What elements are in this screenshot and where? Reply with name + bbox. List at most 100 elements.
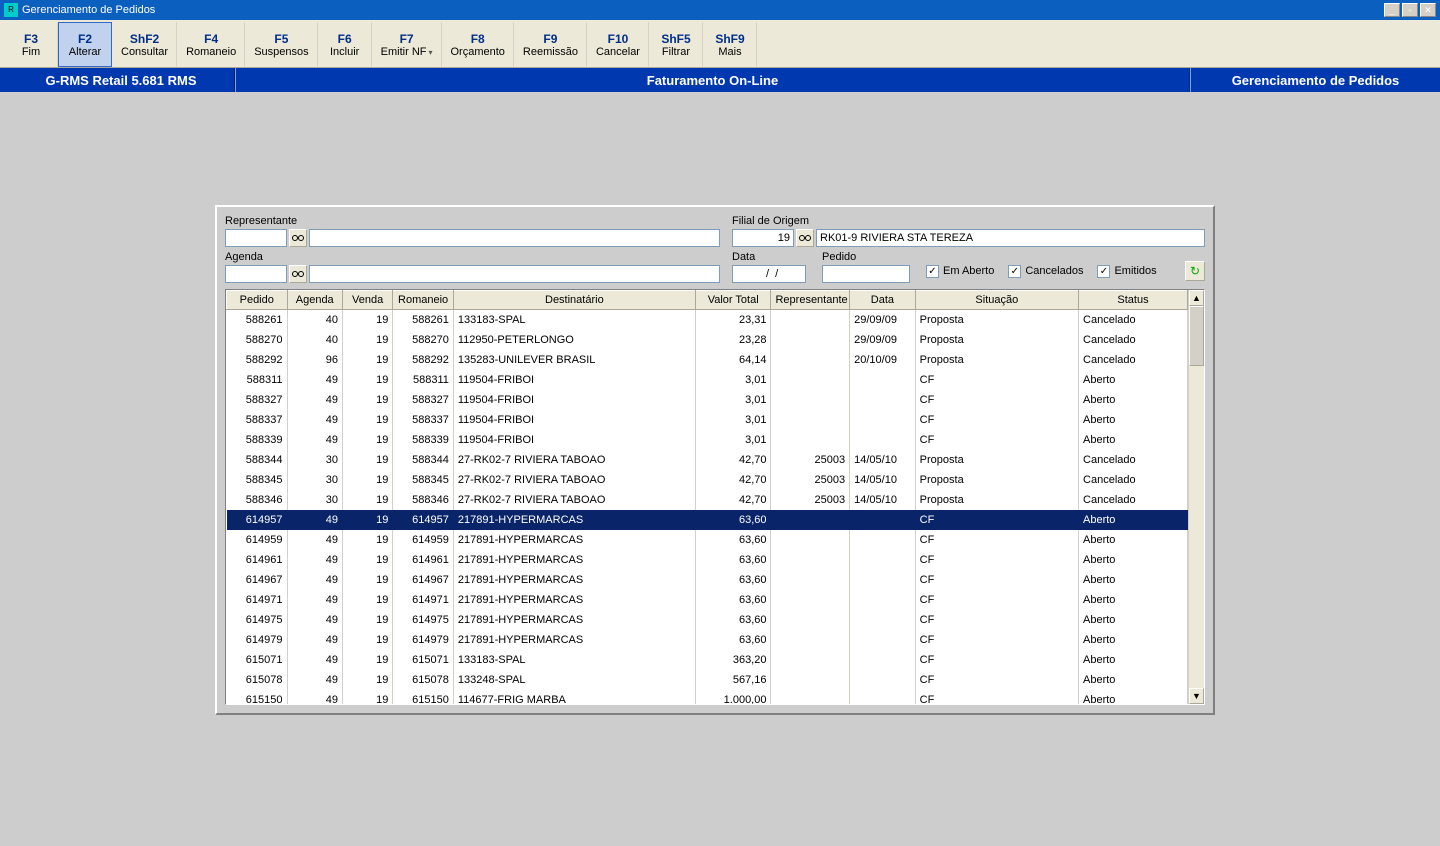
table-row[interactable]: 6149714919614971217891-HYPERMARCAS63,60C… [227,590,1188,610]
column-header[interactable]: Venda [342,291,392,310]
close-button[interactable]: ✕ [1420,3,1436,17]
cell-pedido: 614957 [227,510,288,530]
toolbar-cancelar[interactable]: F10 Cancelar [587,22,649,67]
representante-code-input[interactable] [225,229,287,247]
cell-sit: Proposta [915,310,1078,330]
cell-valor: 64,14 [695,350,771,370]
cell-valor: 63,60 [695,510,771,530]
cell-pedido: 614961 [227,550,288,570]
cancelados-label: Cancelados [1025,265,1083,277]
cell-agenda: 49 [287,410,342,430]
column-header[interactable]: Data [850,291,916,310]
table-row[interactable]: 5882929619588292135283-UNILEVER BRASIL64… [227,350,1188,370]
filial-lookup-button[interactable] [796,229,814,247]
table-row[interactable]: 5883114919588311119504-FRIBOI3,01CFAbert… [227,370,1188,390]
table-row[interactable]: 6149594919614959217891-HYPERMARCAS63,60C… [227,530,1188,550]
cell-sit: Proposta [915,330,1078,350]
toolbar-filtrar[interactable]: ShF5 Filtrar [649,22,703,67]
table-row[interactable]: 6149754919614975217891-HYPERMARCAS63,60C… [227,610,1188,630]
toolbar-romaneio[interactable]: F4 Romaneio [177,22,245,67]
toolbar-incluir[interactable]: F6 Incluir [318,22,372,67]
toolbar-mais[interactable]: ShF9 Mais [703,22,757,67]
table-row[interactable]: 6150784919615078133248-SPAL567,16CFAbert… [227,670,1188,690]
pedido-input[interactable] [822,265,910,283]
cell-agenda: 30 [287,490,342,510]
table-row[interactable]: 6149614919614961217891-HYPERMARCAS63,60C… [227,550,1188,570]
cell-venda: 19 [342,330,392,350]
restore-button[interactable]: ▫ [1402,3,1418,17]
column-header[interactable]: Pedido [227,291,288,310]
scroll-down-button[interactable]: ▼ [1189,688,1204,704]
cell-data [850,590,916,610]
main-toolbar: F3 FimF2 AlterarShF2 ConsultarF4 Romanei… [0,20,1440,68]
table-row[interactable]: 588345301958834527-RK02-7 RIVIERA TABOAO… [227,470,1188,490]
column-header[interactable]: Status [1079,291,1188,310]
table-row[interactable]: 5883374919588337119504-FRIBOI3,01CFAbert… [227,410,1188,430]
cell-romaneio: 614967 [393,570,454,590]
toolbar-fim[interactable]: F3 Fim [4,22,58,67]
filial-code-input[interactable] [732,229,794,247]
em-aberto-checkbox[interactable]: ✓Em Aberto [926,265,994,278]
cell-data [850,690,916,705]
toolbar-alterar[interactable]: F2 Alterar [58,22,112,67]
cell-venda: 19 [342,610,392,630]
representante-desc-input[interactable] [309,229,720,247]
cancelados-checkbox[interactable]: ✓Cancelados [1008,265,1083,278]
scroll-thumb[interactable] [1189,306,1204,366]
cell-romaneio: 615071 [393,650,454,670]
cell-sit: CF [915,650,1078,670]
cell-agenda: 49 [287,570,342,590]
cell-pedido: 588261 [227,310,288,330]
column-header[interactable]: Situação [915,291,1078,310]
toolbar-consultar[interactable]: ShF2 Consultar [112,22,177,67]
table-row[interactable]: 588344301958834427-RK02-7 RIVIERA TABOAO… [227,450,1188,470]
cell-status: Cancelado [1079,470,1188,490]
filial-desc-input[interactable] [816,229,1205,247]
table-row[interactable]: 588346301958834627-RK02-7 RIVIERA TABOAO… [227,490,1188,510]
column-header[interactable]: Agenda [287,291,342,310]
agenda-lookup-button[interactable] [289,265,307,283]
column-header[interactable]: Romaneio [393,291,454,310]
column-header[interactable]: Destinatário [453,291,695,310]
data-input[interactable] [732,265,806,283]
table-row[interactable]: 5883274919588327119504-FRIBOI3,01CFAbert… [227,390,1188,410]
table-row[interactable]: 6149674919614967217891-HYPERMARCAS63,60C… [227,570,1188,590]
cell-venda: 19 [342,510,392,530]
toolbar-label: Consultar [121,46,168,58]
cell-sit: CF [915,370,1078,390]
grid-header-row: PedidoAgendaVendaRomaneioDestinatárioVal… [227,291,1188,310]
toolbar-reemissão[interactable]: F9 Reemissão [514,22,587,67]
table-row[interactable]: 6151504919615150114677-FRIG MARBA1.000,0… [227,690,1188,705]
cell-dest: 217891-HYPERMARCAS [453,630,695,650]
toolbar-suspensos[interactable]: F5 Suspensos [245,22,317,67]
toolbar-orçamento[interactable]: F8 Orçamento [442,22,514,67]
cell-status: Aberto [1079,590,1188,610]
emitidos-checkbox[interactable]: ✓Emitidos [1097,265,1156,278]
table-row[interactable]: 6149794919614979217891-HYPERMARCAS63,60C… [227,630,1188,650]
representante-lookup-button[interactable] [289,229,307,247]
cell-agenda: 40 [287,310,342,330]
table-row[interactable]: 6150714919615071133183-SPAL363,20CFAbert… [227,650,1188,670]
agenda-code-input[interactable] [225,265,287,283]
minimize-button[interactable]: _ [1384,3,1400,17]
table-row[interactable]: 5883394919588339119504-FRIBOI3,01CFAbert… [227,430,1188,450]
column-header[interactable]: Valor Total [695,291,771,310]
scroll-up-button[interactable]: ▲ [1189,290,1204,306]
cell-sit: CF [915,570,1078,590]
cell-data [850,550,916,570]
scroll-track[interactable] [1189,306,1204,688]
table-row[interactable]: 5882614019588261133183-SPAL23,3129/09/09… [227,310,1188,330]
data-label: Data [732,251,810,263]
cell-dest: 114677-FRIG MARBA [453,690,695,705]
cell-status: Aberto [1079,530,1188,550]
toolbar-emitir-nf[interactable]: F7 Emitir NF▾ [372,22,442,67]
refresh-button[interactable]: ↻ [1185,261,1205,281]
status-left: G-RMS Retail 5.681 RMS [0,68,235,92]
table-row[interactable]: 5882704019588270112950-PETERLONGO23,2829… [227,330,1188,350]
agenda-desc-input[interactable] [309,265,720,283]
column-header[interactable]: Representante [771,291,850,310]
table-row[interactable]: 6149574919614957217891-HYPERMARCAS63,60C… [227,510,1188,530]
toolbar-label: Alterar [69,46,101,58]
grid-scrollbar[interactable]: ▲ ▼ [1188,290,1204,704]
toolbar-label: Incluir [330,46,359,58]
